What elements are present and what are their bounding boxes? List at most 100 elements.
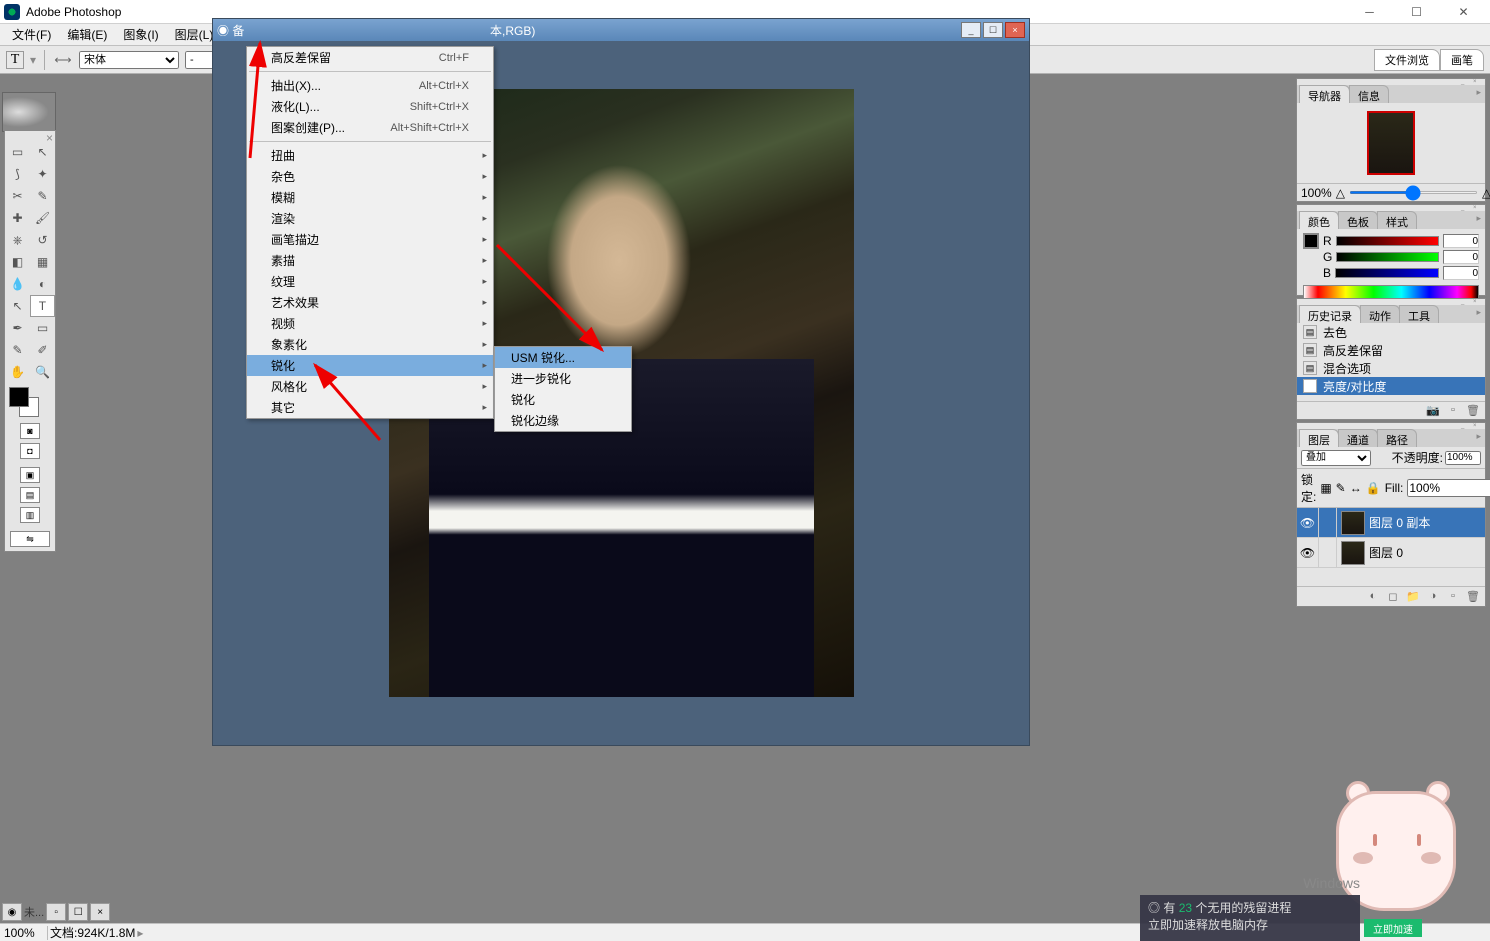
filter-blur[interactable]: 模糊 [247,187,493,208]
b-input[interactable] [1443,266,1479,280]
tab-navigator[interactable]: 导航器 [1299,85,1350,103]
zoom-out-icon[interactable]: △ [1336,186,1345,200]
slice-tool[interactable]: ✎ [30,185,55,207]
status-zoom[interactable]: 100% [4,926,48,940]
toolbox-collapse-icon[interactable]: × [46,131,53,141]
tab-actions[interactable]: 动作 [1360,305,1400,323]
foreground-color[interactable] [9,387,29,407]
shape-tool[interactable]: ▭ [30,317,55,339]
panel-min-icon[interactable]: _ [1461,423,1471,429]
r-slider[interactable] [1336,236,1439,246]
menu-image[interactable]: 图象(I) [115,24,166,45]
filter-video[interactable]: 视频 [247,313,493,334]
filter-extract[interactable]: 抽出(X)...Alt+Ctrl+X [247,75,493,96]
layer-thumbnail[interactable] [1341,511,1365,535]
notes-tool[interactable]: ✎ [5,339,30,361]
path-select-tool[interactable]: ↖ [5,295,30,317]
new-layer-icon[interactable]: ▫ [1445,589,1461,603]
layer-row[interactable]: 👁 图层 0 [1297,538,1485,568]
tab-history[interactable]: 历史记录 [1299,305,1361,323]
standard-mode-icon[interactable]: ◙ [20,423,40,439]
tab-swatches[interactable]: 色板 [1338,211,1378,229]
navigator-thumbnail[interactable] [1367,111,1415,175]
filter-sketch[interactable]: 素描 [247,250,493,271]
b-slider[interactable] [1335,268,1439,278]
document-titlebar[interactable]: ◉ 备 本,RGB) _ ☐ × [213,19,1029,41]
g-slider[interactable] [1336,252,1439,262]
panel-menu-icon[interactable]: ▸ [1472,85,1485,103]
new-doc-icon[interactable]: ▫ [1445,403,1461,417]
layer-thumbnail[interactable] [1341,541,1365,565]
blur-tool[interactable]: 💧 [5,273,30,295]
filter-last[interactable]: 高反差保留Ctrl+F [247,47,493,68]
panel-min-icon[interactable]: _ [1461,299,1471,305]
filter-render[interactable]: 渲染 [247,208,493,229]
marquee-tool[interactable]: ▭ [5,141,30,163]
filter-artistic[interactable]: 艺术效果 [247,292,493,313]
close-button[interactable]: ✕ [1441,1,1486,23]
maximize-button[interactable]: ☐ [1394,1,1439,23]
filter-pattern[interactable]: 图案创建(P)...Alt+Shift+Ctrl+X [247,117,493,138]
mini-restore-icon[interactable]: ▫ [46,903,66,921]
filter-stylize[interactable]: 风格化 [247,376,493,397]
heal-tool[interactable]: ✚ [5,207,30,229]
tab-paths[interactable]: 路径 [1377,429,1417,447]
lock-pixels-icon[interactable]: ✎ [1336,481,1346,495]
panel-min-icon[interactable]: _ [1461,205,1471,211]
submenu-sharpen-more[interactable]: 进一步锐化 [495,368,631,389]
doc-maximize-button[interactable]: ☐ [983,22,1003,38]
zoom-tool[interactable]: 🔍 [30,361,55,383]
layer-set-icon[interactable]: 📁 [1405,589,1421,603]
gradient-tool[interactable]: ▦ [30,251,55,273]
screen-standard-icon[interactable]: ▣ [20,467,40,483]
type-tool[interactable]: T [30,295,55,317]
lock-position-icon[interactable]: ↔ [1350,481,1362,495]
layer-mask-icon[interactable]: ◻ [1385,589,1401,603]
tab-brushes[interactable]: 画笔 [1440,49,1484,71]
dodge-tool[interactable]: ◐ [30,273,55,295]
filter-noise[interactable]: 杂色 [247,166,493,187]
link-cell[interactable] [1319,508,1337,537]
history-item[interactable]: ▤混合选项 [1297,359,1485,377]
visibility-icon[interactable]: 👁 [1297,538,1319,567]
wand-tool[interactable]: ✦ [30,163,55,185]
panel-min-icon[interactable]: _ [1461,79,1471,85]
doc-minimize-button[interactable]: _ [961,22,981,38]
history-brush-tool[interactable]: ↺ [30,229,55,251]
mini-doc-icon[interactable]: ◉ [2,903,22,921]
submenu-sharpen-edges[interactable]: 锐化边缘 [495,410,631,431]
filter-brush-strokes[interactable]: 画笔描边 [247,229,493,250]
lasso-tool[interactable]: ⟆ [5,163,30,185]
color-spectrum[interactable] [1303,285,1479,299]
trash-icon[interactable]: 🗑 [1465,403,1481,417]
crop-tool[interactable]: ✂ [5,185,30,207]
screen-full-icon[interactable]: ▥ [20,507,40,523]
accelerate-button[interactable]: 立即加速 [1364,919,1422,937]
quickmask-mode-icon[interactable]: ◘ [20,443,40,459]
lock-transparent-icon[interactable]: ▦ [1320,481,1331,495]
r-input[interactable] [1443,234,1479,248]
eraser-tool[interactable]: ◧ [5,251,30,273]
tab-channels[interactable]: 通道 [1338,429,1378,447]
blend-mode-select[interactable]: 叠加 [1301,450,1371,466]
filter-pixelate[interactable]: 象素化 [247,334,493,355]
pen-tool[interactable]: ✒ [5,317,30,339]
g-input[interactable] [1443,250,1479,264]
history-item[interactable]: ▤亮度/对比度 [1297,377,1485,395]
panel-menu-icon[interactable]: ▸ [1472,211,1485,229]
screen-full-menu-icon[interactable]: ▤ [20,487,40,503]
tab-layers[interactable]: 图层 [1299,429,1339,447]
tab-styles[interactable]: 样式 [1377,211,1417,229]
history-item[interactable]: ▤高反差保留 [1297,341,1485,359]
lock-all-icon[interactable]: 🔒 [1366,481,1381,495]
jump-to-icon[interactable]: ⇋ [10,531,50,547]
menu-edit[interactable]: 编辑(E) [59,24,115,45]
layer-row[interactable]: 👁 图层 0 副本 [1297,508,1485,538]
layer-style-icon[interactable]: ◐ [1365,589,1381,603]
tab-tools[interactable]: 工具 [1399,305,1439,323]
doc-close-button[interactable]: × [1005,22,1025,38]
type-tool-icon[interactable]: T [6,51,24,69]
zoom-slider[interactable] [1349,191,1478,194]
filter-liquify[interactable]: 液化(L)...Shift+Ctrl+X [247,96,493,117]
stamp-tool[interactable]: ⎈ [5,229,30,251]
